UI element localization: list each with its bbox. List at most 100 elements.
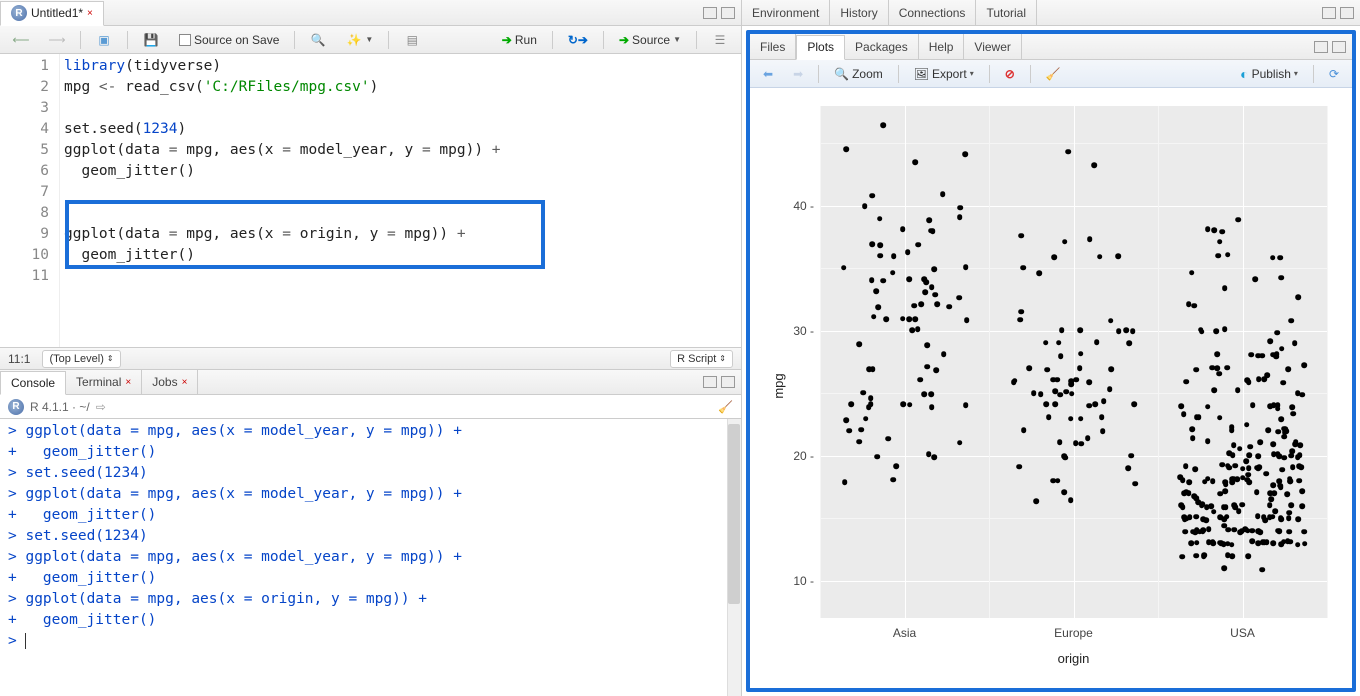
tab-history[interactable]: History	[830, 0, 888, 25]
tab-connections[interactable]: Connections	[889, 0, 977, 25]
tab-files[interactable]: Files	[750, 34, 796, 59]
forward-button[interactable]: ⟶	[42, 29, 72, 51]
tab-viewer[interactable]: Viewer	[964, 34, 1021, 59]
notebook-button[interactable]: ▤	[397, 29, 427, 51]
editor-tab-untitled1[interactable]: R Untitled1* ×	[0, 1, 104, 26]
save-button[interactable]: 💾	[136, 29, 166, 51]
pane-window-controls[interactable]	[697, 376, 741, 388]
data-point	[931, 454, 937, 460]
left-column: R Untitled1* × ⟵ ⟶ ▣ 💾 Source on Save 🔍 …	[0, 0, 742, 696]
rerun-button[interactable]: ↻➔	[561, 30, 595, 50]
tab-tutorial[interactable]: Tutorial	[976, 0, 1037, 25]
pane-window-controls[interactable]	[1316, 7, 1360, 19]
tab-environment[interactable]: Environment	[742, 0, 830, 25]
refresh-plot-button[interactable]: ⟳	[1322, 64, 1346, 84]
data-point	[1191, 493, 1197, 499]
data-point	[1094, 340, 1100, 346]
tab-help[interactable]: Help	[919, 34, 965, 59]
close-icon[interactable]: ×	[182, 377, 188, 388]
data-point	[1275, 402, 1281, 408]
source-on-save-checkbox[interactable]: Source on Save	[172, 30, 286, 50]
tab-jobs[interactable]: Jobs ×	[142, 370, 198, 394]
data-point	[1065, 149, 1071, 155]
source-statusbar: 11:1 (Top Level) ⇕ R Script ⇕	[0, 347, 741, 369]
data-point	[933, 292, 939, 298]
show-in-new-window[interactable]: ▣	[89, 29, 119, 51]
data-point	[1265, 427, 1271, 433]
data-point	[1214, 328, 1220, 334]
data-point	[1205, 404, 1211, 410]
find-button[interactable]: 🔍	[303, 29, 333, 51]
run-button[interactable]: ➔ Run	[495, 30, 544, 50]
source-button[interactable]: ➔ Source ▼	[612, 30, 688, 50]
remove-plot-button[interactable]: ⊘	[998, 64, 1022, 84]
close-icon[interactable]: ×	[87, 8, 93, 19]
data-point	[1230, 476, 1236, 482]
data-point	[1296, 463, 1302, 469]
code-line[interactable]: geom_jitter()	[64, 245, 737, 266]
tab-packages[interactable]: Packages	[845, 34, 919, 59]
data-point	[1232, 504, 1238, 510]
data-point	[1214, 351, 1220, 357]
data-point	[1295, 516, 1301, 522]
tab-console[interactable]: Console	[0, 371, 66, 395]
clear-console-icon[interactable]: 🧹	[718, 400, 733, 414]
data-point	[877, 242, 883, 248]
data-point	[1055, 478, 1061, 484]
back-button[interactable]: ⟵	[6, 29, 36, 51]
data-point	[933, 367, 939, 373]
code-line[interactable]: library(tidyverse)	[64, 56, 737, 77]
plot-next-button[interactable]: ➡	[786, 64, 810, 84]
scope-selector[interactable]: (Top Level) ⇕	[42, 350, 120, 368]
data-point	[1061, 489, 1067, 495]
close-icon[interactable]: ×	[125, 377, 131, 388]
zoom-button[interactable]: 🔍 Zoom	[827, 64, 890, 84]
code-line[interactable]	[64, 266, 737, 287]
code-line[interactable]: geom_jitter()	[64, 161, 737, 182]
data-point	[1302, 541, 1308, 547]
code-line[interactable]	[64, 98, 737, 119]
tab-plots[interactable]: Plots	[796, 35, 845, 60]
data-point	[1108, 318, 1114, 324]
clear-plots-button[interactable]: 🧹	[1039, 64, 1068, 84]
code-line[interactable]: ggplot(data = mpg, aes(x = origin, y = m…	[64, 224, 737, 245]
code-line[interactable]: mpg <- read_csv('C:/RFiles/mpg.csv')	[64, 77, 737, 98]
pane-window-controls[interactable]	[1308, 41, 1352, 53]
data-point	[1229, 542, 1235, 548]
tab-terminal[interactable]: Terminal ×	[66, 370, 142, 394]
source-editor[interactable]: 1234567891011 library(tidyverse)mpg <- r…	[0, 54, 741, 347]
plot-prev-button[interactable]: ⬅	[756, 64, 780, 84]
data-point	[1264, 372, 1270, 378]
code-body[interactable]: library(tidyverse)mpg <- read_csv('C:/RF…	[60, 54, 741, 347]
data-point	[1181, 490, 1187, 496]
data-point	[929, 284, 935, 290]
code-line[interactable]: set.seed(1234)	[64, 119, 737, 140]
data-point	[866, 404, 872, 410]
export-button[interactable]: 🖼 Export ▾	[907, 64, 981, 84]
data-point	[1205, 476, 1211, 482]
code-line[interactable]	[64, 182, 737, 203]
data-point	[1057, 392, 1063, 398]
code-line[interactable]	[64, 203, 737, 224]
scrollbar[interactable]	[727, 419, 741, 696]
data-point	[963, 151, 969, 157]
outline-button[interactable]: ☰	[705, 29, 735, 51]
data-point	[918, 301, 924, 307]
console-body[interactable]: > ggplot(data = mpg, aes(x = model_year,…	[0, 419, 741, 696]
data-point	[931, 267, 937, 273]
source-pane: R Untitled1* × ⟵ ⟶ ▣ 💾 Source on Save 🔍 …	[0, 0, 741, 369]
data-point	[1270, 441, 1276, 447]
code-line[interactable]: ggplot(data = mpg, aes(x = model_year, y…	[64, 140, 737, 161]
wand-button[interactable]: ✨▼	[339, 29, 380, 51]
filetype-selector[interactable]: R Script ⇕	[670, 350, 733, 368]
pane-window-controls[interactable]	[697, 7, 741, 19]
publish-button[interactable]: ◐ Publish ▾	[1233, 63, 1305, 85]
data-point	[1193, 553, 1199, 559]
data-point	[929, 405, 935, 411]
data-point	[1099, 415, 1105, 421]
data-point	[957, 214, 963, 220]
scrollbar-thumb[interactable]	[728, 424, 740, 604]
data-point	[1086, 403, 1092, 409]
data-point	[907, 402, 913, 408]
data-point	[1038, 392, 1044, 398]
